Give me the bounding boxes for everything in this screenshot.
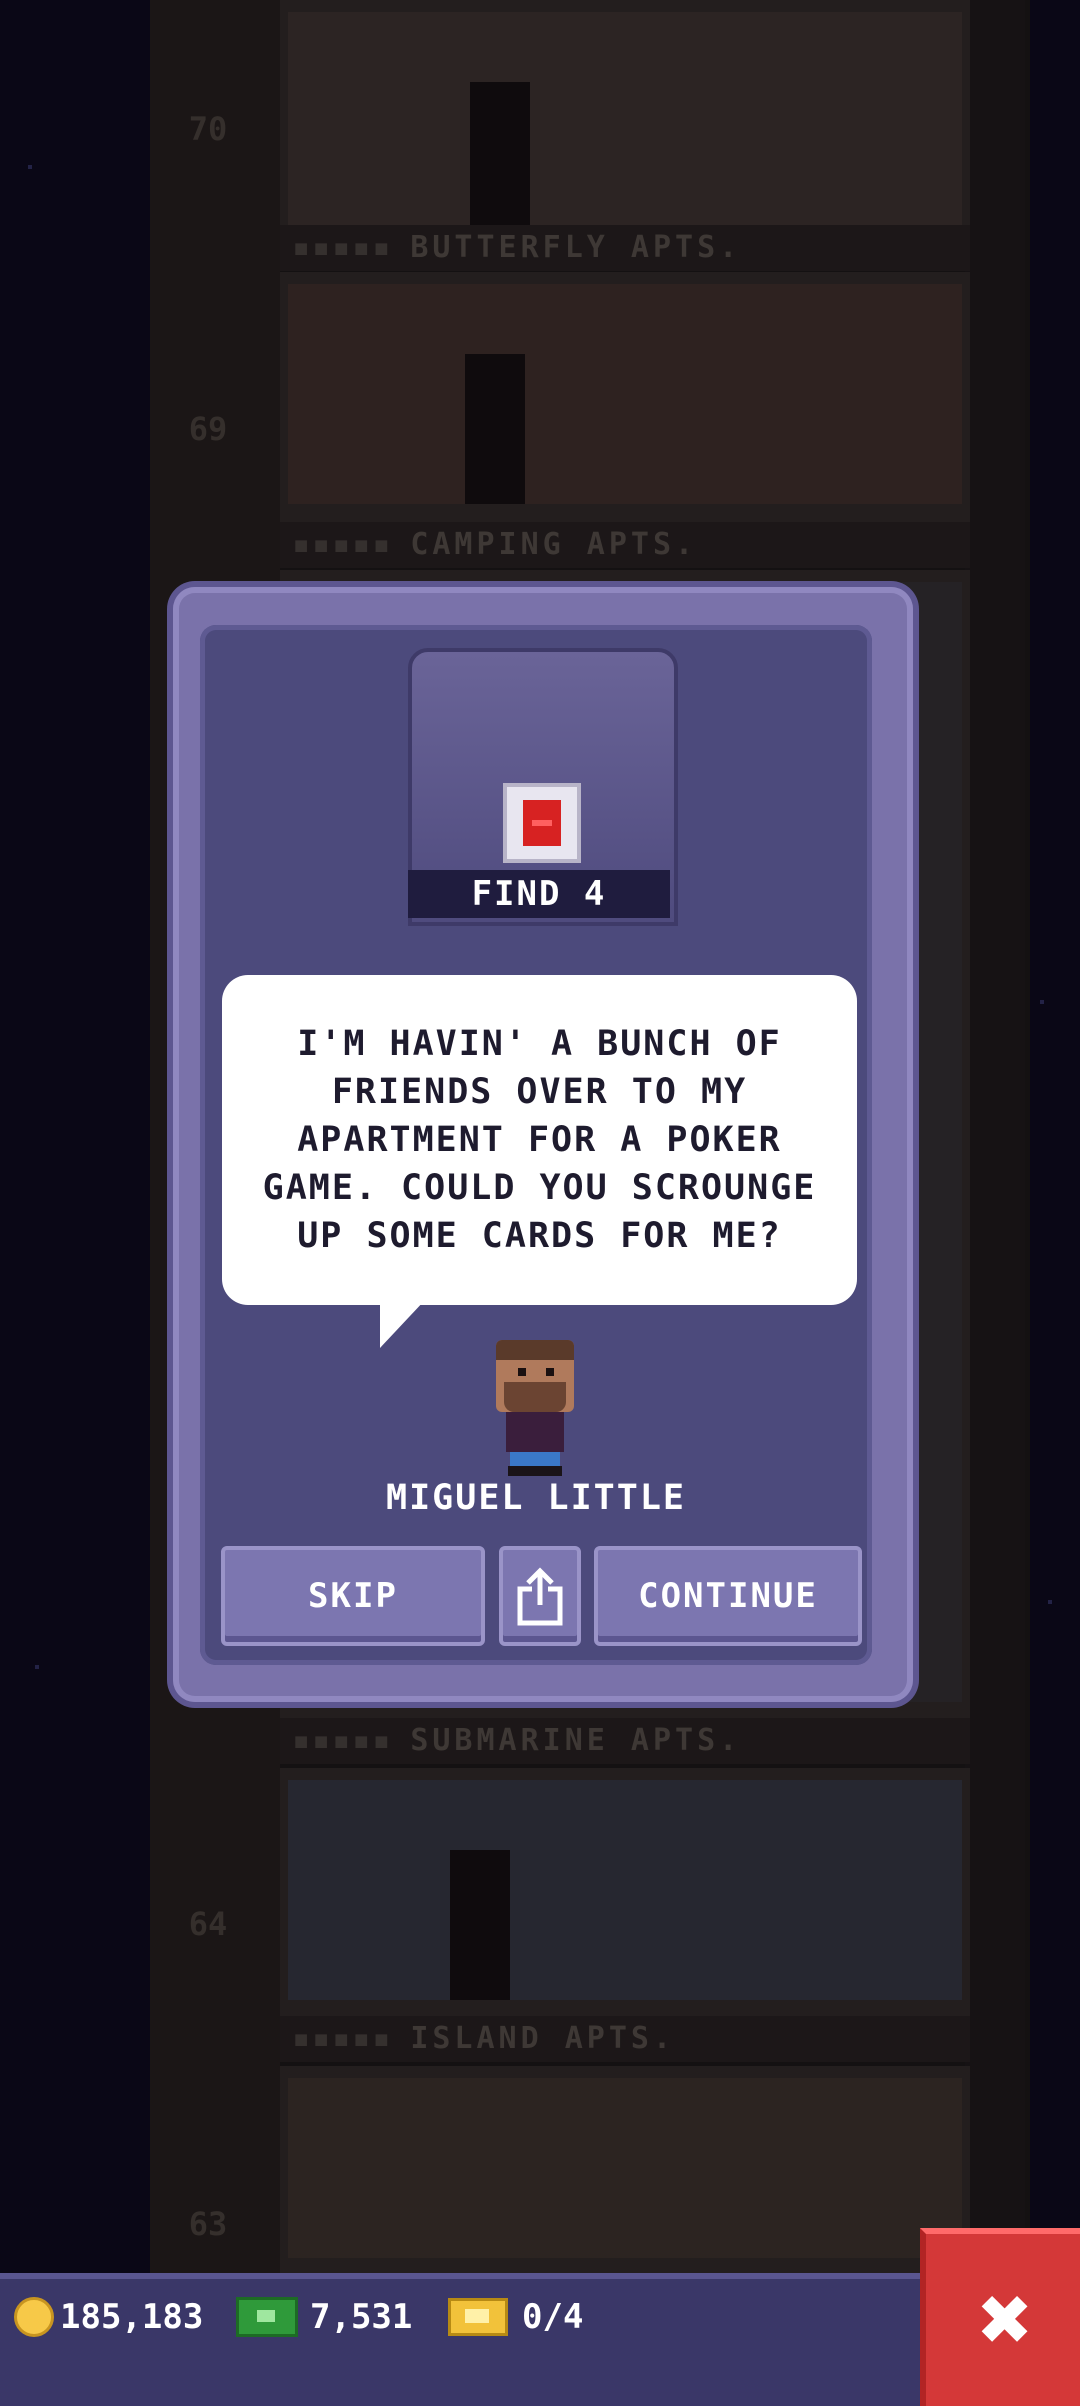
bux-icon [236,2297,298,2337]
coin-icon [14,2297,54,2337]
close-icon: ✖ [978,2267,1034,2372]
continue-button[interactable]: CONTINUE [594,1546,862,1646]
speech-bubble-tail [380,1300,425,1348]
share-button[interactable] [499,1546,581,1646]
playing-card-icon [503,783,581,863]
character-name: MIGUEL LITTLE [386,1478,686,1518]
share-icon [517,1567,563,1626]
bitizen-avatar [490,1340,580,1478]
coins-counter: 185,183 [14,2295,203,2339]
bux-counter: 7,531 [236,2295,412,2339]
speech-bubble: I'M HAVIN' A BUNCH OF FRIENDS OVER TO MY… [222,975,857,1305]
golden-ticket-icon [448,2298,508,2336]
resource-bar [0,2273,920,2406]
quest-message: I'M HAVIN' A BUNCH OF FRIENDS OVER TO MY… [262,1024,817,1256]
skip-button[interactable]: SKIP [221,1546,485,1646]
quest-objective: FIND 4 [408,870,670,918]
tickets-counter: 0/4 [448,2295,583,2339]
close-button[interactable]: ✖ [920,2228,1080,2406]
